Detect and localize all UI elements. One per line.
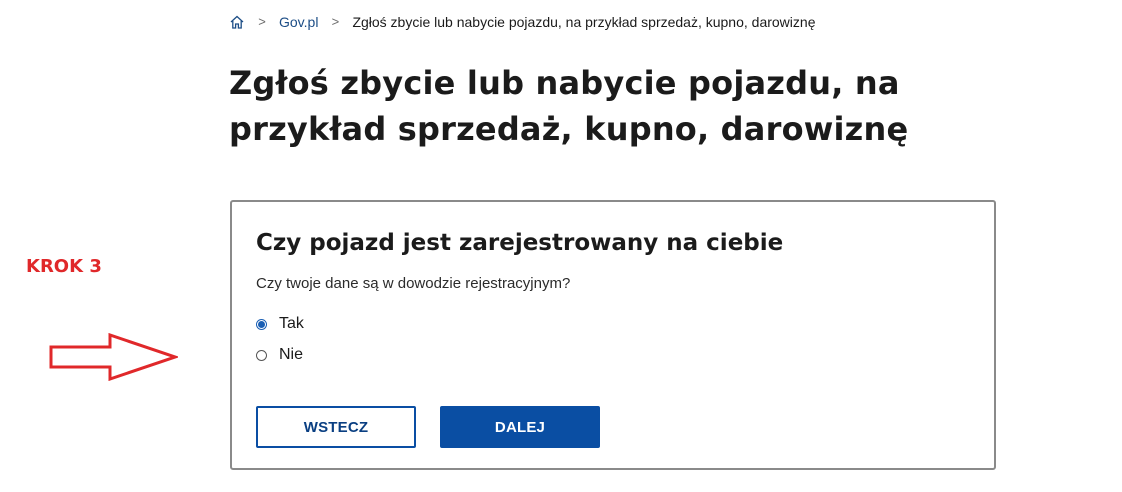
arrow-right-icon (48, 332, 180, 386)
radio-option-tak[interactable]: Tak (256, 315, 304, 333)
form-question: Czy twoje dane są w dowodzie rejestracyj… (256, 275, 571, 292)
radio-label: Nie (279, 346, 304, 363)
step-annotation-label: KROK 3 (26, 256, 102, 277)
chevron-right-icon: > (331, 14, 340, 29)
breadcrumb: > Gov.pl > Zgłoś zbycie lub nabycie poja… (229, 12, 815, 32)
radio-label: Tak (279, 315, 304, 332)
form-title: Czy pojazd jest zarejestrowany na ciebie (256, 230, 784, 256)
breadcrumb-link-govpl[interactable]: Gov.pl (279, 12, 318, 32)
page-title: Zgłoś zbycie lub nabycie pojazdu, na prz… (229, 64, 909, 148)
next-button[interactable]: DALEJ (440, 406, 600, 448)
home-icon[interactable] (229, 14, 245, 30)
radio-checked-icon[interactable] (256, 318, 267, 330)
back-button[interactable]: WSTECZ (256, 406, 416, 448)
breadcrumb-current: Zgłoś zbycie lub nabycie pojazdu, na prz… (352, 14, 816, 30)
vehicle-registration-form: Czy pojazd jest zarejestrowany na ciebie… (230, 200, 996, 470)
radio-option-nie[interactable]: Nie (256, 346, 303, 364)
chevron-right-icon: > (258, 14, 266, 29)
radio-unchecked-icon[interactable] (256, 349, 267, 361)
